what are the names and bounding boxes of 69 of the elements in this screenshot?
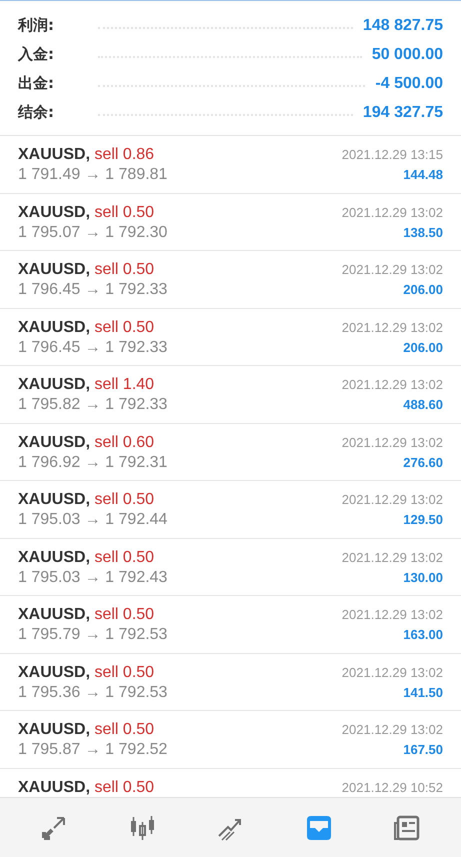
summary-value: 50 000.00 [372, 44, 443, 64]
price-range: 1 795.87 → 1 792.52 [18, 740, 168, 760]
order-type: sell 0.50 [94, 664, 154, 680]
symbol: XAUUSD, [18, 146, 90, 163]
order-type: sell 0.50 [94, 318, 154, 336]
order-type: sell 0.50 [94, 606, 154, 623]
symbol: XAUUSD, [18, 204, 90, 220]
summary-label: 入金: [18, 44, 55, 66]
trade-time: 2021.12.29 13:02 [342, 261, 443, 279]
trade-time: 2021.12.29 13:15 [342, 146, 443, 164]
profit: 276.60 [403, 454, 443, 472]
order-type: sell 0.50 [94, 778, 154, 796]
summary-value: 194 327.75 [362, 102, 443, 122]
symbol: XAUUSD, [18, 606, 90, 623]
candlestick-icon [128, 814, 156, 842]
order-type: sell 0.50 [94, 548, 154, 566]
order-type: sell 0.60 [94, 434, 154, 450]
price-range: 1 795.07 → 1 792.30 [18, 222, 168, 242]
profit: 129.50 [403, 511, 443, 529]
order-type: sell 1.40 [94, 376, 154, 393]
trade-time: 2021.12.29 13:02 [342, 491, 443, 509]
profit: 138.50 [403, 224, 443, 242]
summary-value: -4 500.00 [375, 74, 443, 94]
trade-time: 2021.12.29 13:02 [342, 606, 443, 624]
summary-label: 出金: [18, 73, 55, 94]
trade-time: 2021.12.29 13:02 [342, 664, 443, 682]
profit: 488.60 [403, 396, 443, 414]
trade-time: 2021.12.29 13:02 [342, 548, 443, 566]
profit: 141.50 [403, 684, 443, 702]
order-type: sell 0.50 [94, 261, 154, 278]
price-range: 1 795.03 → 1 792.44 [18, 510, 168, 530]
order-type: sell 0.50 [94, 491, 154, 508]
price-range: 1 795.36 → 1 792.53 [18, 682, 168, 702]
price-range: 1 795.79 → 1 792.53 [18, 625, 168, 645]
trade-time: 2021.12.29 13:02 [342, 434, 443, 452]
profit: 206.00 [403, 338, 443, 356]
summary-value: 148 827.75 [362, 16, 443, 36]
symbol: XAUUSD, [18, 548, 90, 566]
trade-time: 2021.12.29 13:02 [342, 204, 443, 222]
symbol: XAUUSD, [18, 434, 90, 450]
order-type: sell 0.86 [94, 146, 154, 163]
price-range: 1 796.92 → 1 792.31 [18, 452, 168, 472]
trade-time: 2021.12.29 10:52 [342, 778, 443, 796]
symbol: XAUUSD, [18, 664, 90, 680]
symbol: XAUUSD, [18, 778, 90, 796]
price-range: 1 796.45 → 1 792.33 [18, 338, 168, 358]
profit: 130.00 [403, 568, 443, 586]
profit: 163.00 [403, 626, 443, 644]
news-icon [392, 814, 421, 842]
profit: 206.00 [403, 281, 443, 299]
profit: 167.50 [403, 741, 443, 759]
order-type: sell 0.50 [94, 204, 154, 220]
trade-time: 2021.12.29 13:02 [342, 318, 443, 336]
order-type: sell 0.50 [94, 721, 154, 738]
price-range: 1 791.49 → 1 789.81 [18, 165, 168, 185]
summary-label: 结余: [18, 102, 55, 124]
summary-label: 利润: [18, 15, 55, 36]
price-range: 1 795.82 → 1 792.33 [18, 395, 168, 415]
trade-time: 2021.12.29 13:02 [342, 721, 443, 739]
symbol: XAUUSD, [18, 318, 90, 336]
symbol: XAUUSD, [18, 261, 90, 278]
inbox-icon [304, 814, 333, 842]
symbol: XAUUSD, [18, 721, 90, 738]
price-range: 1 796.45 → 1 792.33 [18, 280, 168, 300]
symbol: XAUUSD, [18, 376, 90, 393]
profit: 144.48 [403, 166, 443, 184]
price-range: 1 795.03 → 1 792.43 [18, 568, 168, 588]
symbol: XAUUSD, [18, 491, 90, 508]
trade-time: 2021.12.29 13:02 [342, 376, 443, 394]
